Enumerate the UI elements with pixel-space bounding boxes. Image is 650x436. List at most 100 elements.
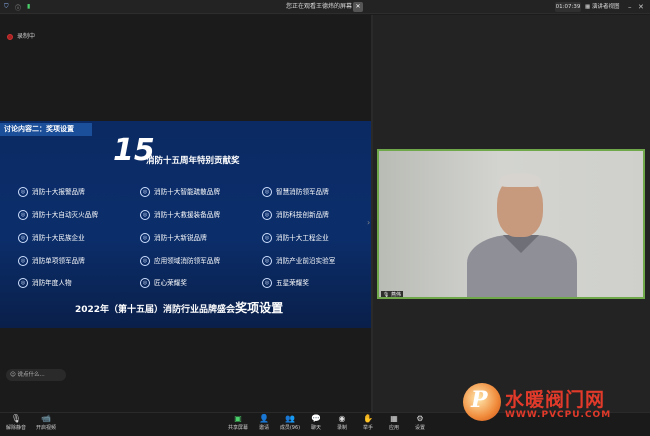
members-button[interactable]: 👥 成员(96) — [276, 414, 304, 434]
award-label: 消防十大新锐品牌 — [154, 234, 207, 242]
apps-label: 应用 — [388, 425, 399, 431]
award-badge-icon: ◎ — [140, 256, 150, 266]
award-label: 应用领域消防领军品牌 — [154, 257, 220, 265]
award-item: ◎ 消防十大报警品牌 — [18, 186, 85, 197]
award-label: 智慧消防领军品牌 — [276, 188, 329, 196]
title-bar: ⛉ ⓘ ▮ 您正在观看王德炜的屏幕 ✕ 01:07:39 ▦ 演讲者视图 – ✕ — [0, 0, 650, 14]
award-badge-icon: ◎ — [262, 233, 272, 243]
footer-title: 奖项设置 — [235, 301, 284, 315]
watermark-text: 水暖阀门网 — [505, 389, 606, 411]
award-item: ◎ 消防十大救援装备品牌 — [140, 209, 220, 220]
award-item: ◎ 消防产业前沿实验室 — [262, 255, 335, 266]
award-label: 消防十大工程企业 — [276, 234, 329, 242]
award-badge-icon: ◎ — [140, 210, 150, 220]
settings-button[interactable]: ⚙ 设置 — [406, 414, 434, 434]
award-item: ◎ 消防十大智能疏散品牌 — [140, 186, 220, 197]
award-item: ◎ 消防年度人物 — [18, 277, 72, 288]
award-label: 匠心荣耀奖 — [154, 279, 187, 287]
award-badge-icon: ◎ — [140, 278, 150, 288]
shield-icon[interactable]: ⛉ — [4, 3, 9, 11]
watermark-url: WWW.PVCPU.COM — [505, 410, 612, 420]
signal-icon[interactable]: ▮ — [27, 3, 30, 10]
start-video-label: 开启视频 — [35, 425, 56, 431]
recording-label: 录制中 — [17, 33, 36, 40]
award-label: 消防科技创新品牌 — [276, 211, 329, 219]
watermark: P 水暖阀门网 WWW.PVCPU.COM — [463, 383, 648, 433]
record-icon: ◉ — [338, 414, 346, 423]
apps-icon: ▦ — [390, 414, 398, 423]
close-icon[interactable]: ✕ — [638, 2, 644, 12]
speaker-video-tile[interactable]: 🎙 燕伟 — [377, 149, 645, 299]
award-badge-icon: ◎ — [18, 278, 28, 288]
award-label: 消防十大自动灭火品牌 — [32, 211, 98, 219]
record-dot-icon — [7, 33, 13, 40]
start-video-button[interactable]: 📹 开启视频 — [32, 414, 60, 434]
award-badge-icon: ◎ — [262, 256, 272, 266]
award-label: 消防产业前沿实验室 — [276, 257, 336, 265]
collapse-chevron-icon[interactable]: › — [367, 218, 370, 227]
record-button[interactable]: ◉ 录制 — [328, 414, 356, 434]
award-item: ◎ 应用领域消防领军品牌 — [140, 255, 220, 266]
speaker-view-label: 演讲者视图 — [591, 4, 620, 10]
settings-label: 设置 — [414, 425, 425, 431]
share-screen-button[interactable]: ▣ 共享屏幕 — [224, 414, 252, 434]
slide-heading: 消防十五周年特别贡献奖 — [146, 156, 240, 166]
award-badge-icon: ◎ — [18, 233, 28, 243]
invite-icon: 👤 — [259, 414, 269, 423]
slide-tag: 讨论内容二：奖项设置 — [0, 123, 92, 136]
award-badge-icon: ◎ — [18, 187, 28, 197]
award-item: ◎ 消防十大工程企业 — [262, 232, 329, 243]
members-icon: 👥 — [285, 414, 295, 423]
apps-button[interactable]: ▦ 应用 — [380, 414, 408, 434]
stop-view-button[interactable]: ✕ — [353, 2, 363, 12]
award-badge-icon: ◎ — [262, 278, 272, 288]
chat-icon: 💬 — [311, 414, 321, 423]
minimize-icon[interactable]: – — [628, 2, 632, 12]
award-badge-icon: ◎ — [262, 187, 272, 197]
recording-indicator: 录制中 — [7, 31, 35, 40]
award-item: ◎ 消防十大民族企业 — [18, 232, 85, 243]
award-label: 消防年度人物 — [32, 279, 72, 287]
award-badge-icon: ◎ — [262, 210, 272, 220]
participant-name-tag: 🎙 燕伟 — [381, 291, 403, 298]
share-screen-icon: ▣ — [234, 414, 242, 423]
award-item: ◎ 匠心荣耀奖 — [140, 277, 187, 288]
info-icon[interactable]: ⓘ — [15, 3, 21, 12]
quick-chat-input[interactable]: ☺ 说点什么... — [6, 369, 66, 381]
award-label: 消防十大救援装备品牌 — [154, 211, 220, 219]
award-label: 消防十大报警品牌 — [32, 188, 85, 196]
speaker-hair — [499, 173, 541, 187]
unmute-label: 解除静音 — [5, 425, 26, 431]
slide-footer: 2022年（第十五届）消防行业品牌盛会奖项设置 — [75, 299, 283, 316]
invite-label: 邀请 — [258, 425, 269, 431]
hand-icon: ✋ — [363, 414, 373, 423]
award-badge-icon: ◎ — [18, 210, 28, 220]
members-label: 成员(96) — [279, 425, 301, 431]
award-label: 消防单项领军品牌 — [32, 257, 85, 265]
meeting-window: ⛉ ⓘ ▮ 您正在观看王德炜的屏幕 ✕ 01:07:39 ▦ 演讲者视图 – ✕… — [0, 0, 650, 436]
speaker-view-button[interactable]: ▦ 演讲者视图 — [585, 2, 629, 12]
award-item: ◎ 五星荣耀奖 — [262, 277, 309, 288]
award-badge-icon: ◎ — [140, 187, 150, 197]
award-badge-icon: ◎ — [140, 233, 150, 243]
raise-hand-label: 举手 — [362, 425, 373, 431]
watermark-logo-letter: P — [471, 387, 488, 413]
quick-chat-placeholder: 说点什么... — [17, 372, 45, 378]
award-label: 消防十大智能疏散品牌 — [154, 188, 220, 196]
award-label: 五星荣耀奖 — [276, 279, 309, 287]
unmute-button[interactable]: 🎙 解除静音 — [2, 414, 30, 434]
participant-name: 燕伟 — [390, 292, 401, 298]
chat-button[interactable]: 💬 聊天 — [302, 414, 330, 434]
mic-icon: 🎙 — [383, 292, 391, 298]
grid-icon: ▦ — [585, 4, 592, 10]
award-badge-icon: ◎ — [18, 256, 28, 266]
award-item: ◎ 智慧消防领军品牌 — [262, 186, 329, 197]
gear-icon: ⚙ — [416, 414, 424, 423]
share-screen-label: 共享屏幕 — [227, 425, 248, 431]
invite-button[interactable]: 👤 邀请 — [250, 414, 278, 434]
video-off-icon: 📹 — [41, 414, 51, 423]
raise-hand-button[interactable]: ✋ 举手 — [354, 414, 382, 434]
award-item: ◎ 消防十大自动灭火品牌 — [18, 209, 98, 220]
award-item: ◎ 消防单项领军品牌 — [18, 255, 85, 266]
chat-label: 聊天 — [310, 425, 321, 431]
